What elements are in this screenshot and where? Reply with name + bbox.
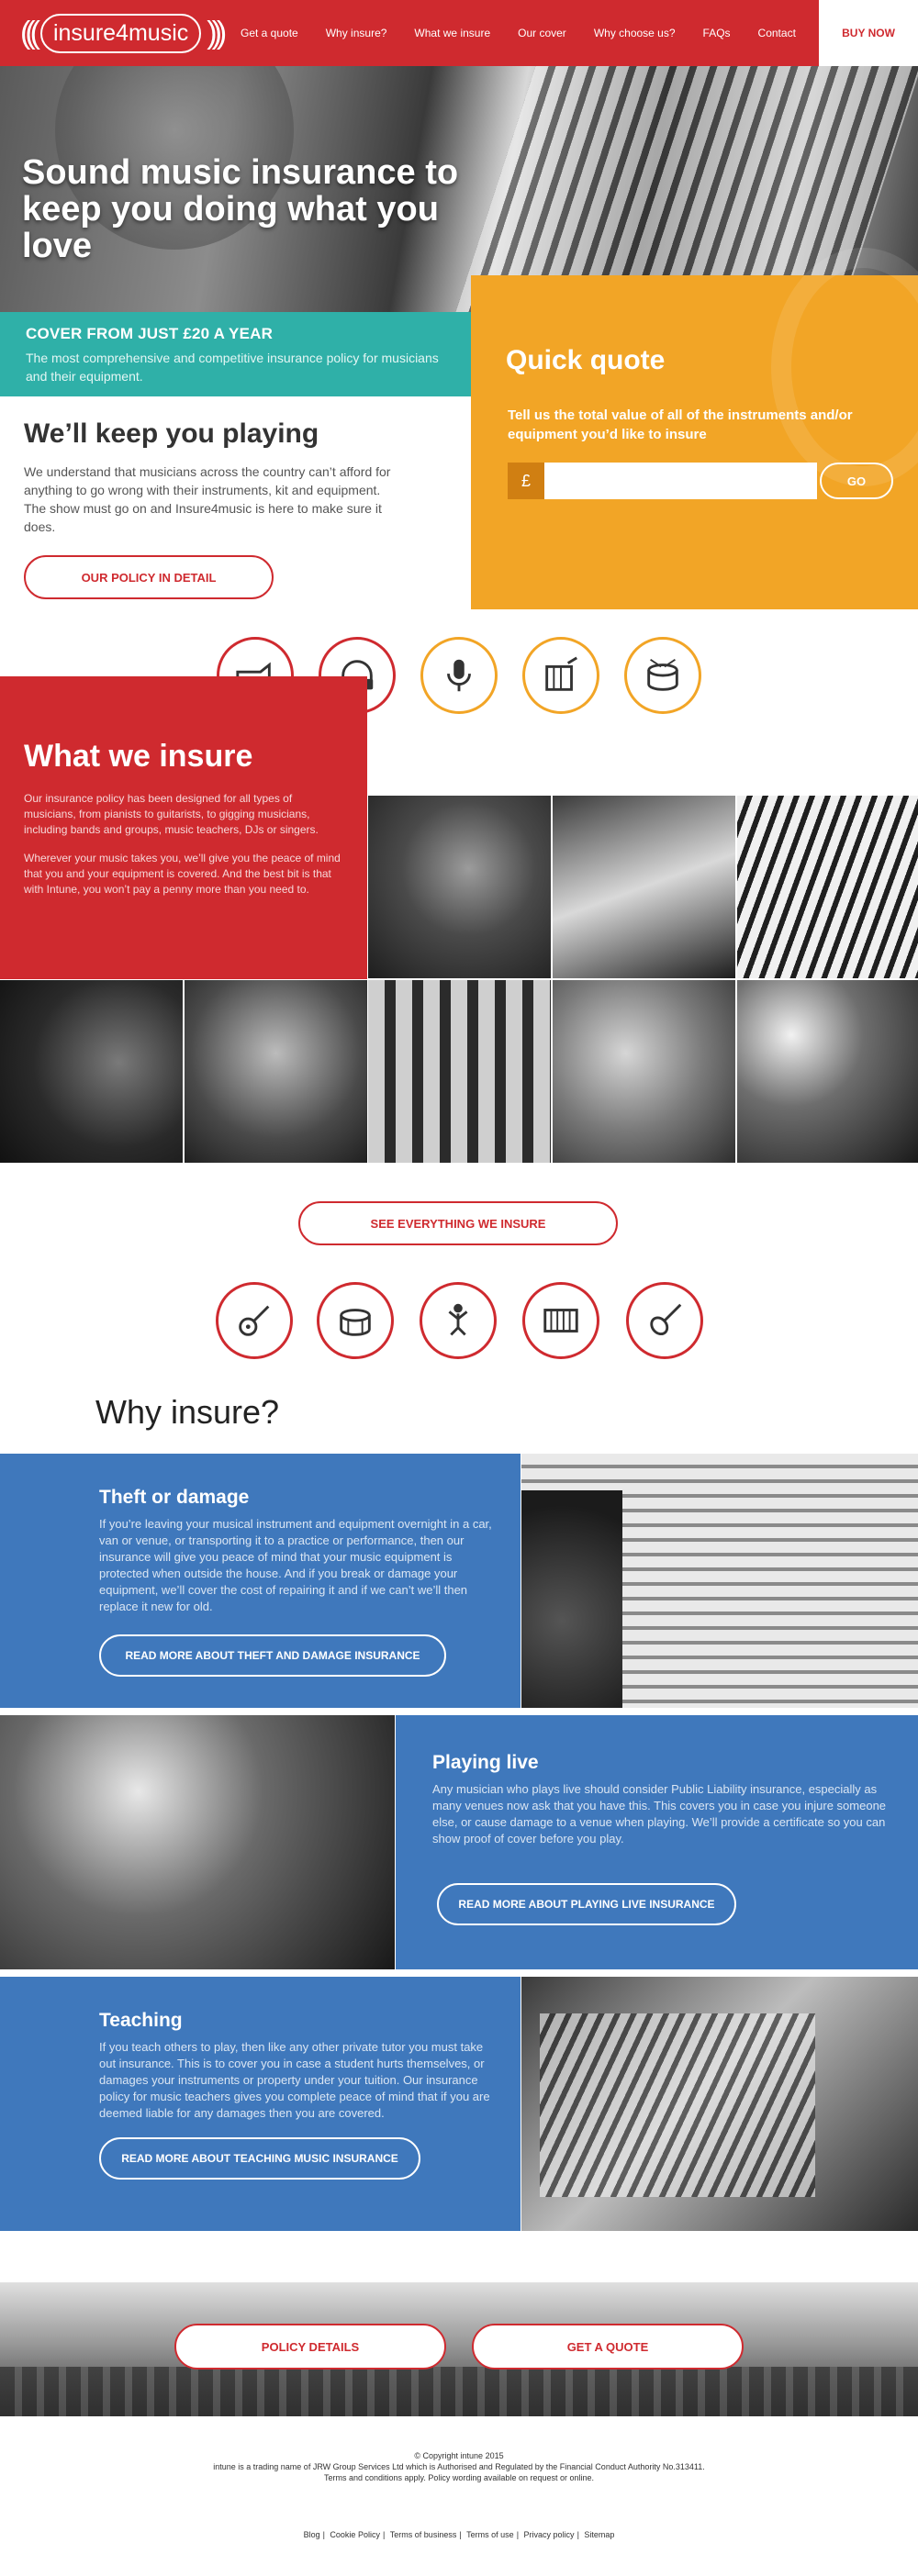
footer-link-blog[interactable]: Blog [304,2530,320,2539]
teaching-read-more-button[interactable]: READ MORE ABOUT TEACHING MUSIC INSURANCE [99,2137,420,2180]
logo[interactable]: ((( insure4music ))) [20,9,227,57]
see-everything-button[interactable]: SEE EVERYTHING WE INSURE [298,1201,618,1245]
teaching-body: If you teach others to play, then like a… [99,2040,490,2120]
cover-price-subtitle: The most comprehensive and competitive i… [26,351,439,384]
why-insure-title: Why insure? [95,1393,280,1431]
teaching-section: Teaching If you teach others to play, th… [0,1977,521,2231]
cover-price-strip: COVER FROM JUST £20 A YEAR The most comp… [0,312,471,396]
main-nav: Get a quote Why insure? What we insure O… [241,0,823,66]
nav-faqs[interactable]: FAQs [703,27,731,39]
nav-our-cover[interactable]: Our cover [518,27,566,39]
nav-what-we-insure[interactable]: What we insure [414,27,490,39]
site-footer: © Copyright intune 2015 intune is a trad… [0,2450,918,2540]
mixing-deck-image [0,2367,918,2416]
playing-live-body: Any musician who plays live should consi… [432,1782,887,1846]
photo-car-boot [521,1454,918,1708]
footer-regulatory: intune is a trading name of JRW Group Se… [213,2462,705,2471]
buy-now-button[interactable]: BUY NOW [819,0,918,66]
drum-icon[interactable] [317,1282,394,1359]
what-we-insure-para-2: Wherever your music takes you, we’ll giv… [24,852,341,896]
footer-link-terms-of-use[interactable]: Terms of use [466,2530,514,2539]
get-a-quote-button[interactable]: GET A QUOTE [472,2324,744,2370]
cover-price-title: COVER FROM JUST £20 A YEAR [26,325,274,342]
footer-link-terms-of-business[interactable]: Terms of business [390,2530,457,2539]
microphone-icon[interactable] [420,637,498,714]
photo-violin [553,796,735,978]
footer-link-cookie-policy[interactable]: Cookie Policy [330,2530,380,2539]
quick-quote-panel: Quick quote Tell us the total value of a… [471,248,918,609]
footer-link-privacy-policy[interactable]: Privacy policy [524,2530,575,2539]
go-button[interactable]: GO [820,463,893,499]
drum-machine-icon[interactable] [522,637,599,714]
photo-guitarist [368,796,551,978]
decorative-arc [771,248,918,486]
playing-live-title: Playing live [432,1752,539,1773]
policy-details-button[interactable]: POLICY DETAILS [174,2324,446,2370]
acoustic-guitar-icon[interactable] [216,1282,293,1359]
quick-quote-prompt: Tell us the total value of all of the in… [508,407,853,442]
photo-piano-hands [737,796,918,978]
theft-damage-body: If you’re leaving your musical instrumen… [99,1517,492,1613]
policy-detail-button[interactable]: OUR POLICY IN DETAIL [24,555,274,599]
nav-why-insure[interactable]: Why insure? [326,27,387,39]
theft-damage-read-more-button[interactable]: READ MORE ABOUT THEFT AND DAMAGE INSURAN… [99,1634,446,1677]
what-we-insure-panel: What we insure Our insurance policy has … [0,676,367,979]
drum-icon[interactable] [624,637,701,714]
cta-banner [0,2282,918,2416]
hero-title: Sound music insurance to keep you doing … [22,153,459,265]
keyboard-icon[interactable] [522,1282,599,1359]
sound-waves-left-icon: ((( [20,15,40,50]
photo-dj [185,980,367,1163]
footer-copyright: © Copyright intune 2015 [414,2451,504,2460]
playing-live-section: Playing live Any musician who plays live… [396,1715,918,1969]
theft-damage-title: Theft or damage [99,1487,250,1508]
photo-mixing-desk [368,980,551,1163]
photo-violinist [553,980,735,1163]
photo-piano-lesson [521,1977,918,2231]
photo-live-band [737,980,918,1163]
what-we-insure-para-1: Our insurance policy has been designed f… [24,792,319,836]
what-we-insure-title: What we insure [24,739,253,774]
currency-symbol: £ [508,463,544,499]
nav-contact[interactable]: Contact [758,27,796,39]
keep-playing-title: We’ll keep you playing [24,418,319,449]
quick-quote-title: Quick quote [506,345,666,375]
instrument-value-input[interactable] [544,463,817,499]
nav-why-choose-us[interactable]: Why choose us? [594,27,676,39]
sound-waves-right-icon: ))) [207,15,227,50]
teaching-title: Teaching [99,2010,183,2031]
keep-playing-body: We understand that musicians across the … [24,464,391,534]
singer-icon[interactable] [420,1282,497,1359]
keep-playing-section: We’ll keep you playing We understand tha… [24,418,391,536]
logo-wordmark: insure4music [39,13,202,53]
photo-band-on-stage [0,1715,395,1969]
footer-terms: Terms and conditions apply. Policy wordi… [324,2473,594,2482]
photo-singer [0,980,183,1163]
site-header: ((( insure4music ))) Get a quote Why ins… [0,0,918,66]
violin-icon[interactable] [626,1282,703,1359]
nav-get-a-quote[interactable]: Get a quote [241,27,298,39]
footer-links: Blog | Cookie Policy | Terms of business | … [303,2530,615,2539]
footer-link-sitemap[interactable]: Sitemap [584,2530,614,2539]
playing-live-read-more-button[interactable]: READ MORE ABOUT PLAYING LIVE INSURANCE [437,1883,736,1925]
